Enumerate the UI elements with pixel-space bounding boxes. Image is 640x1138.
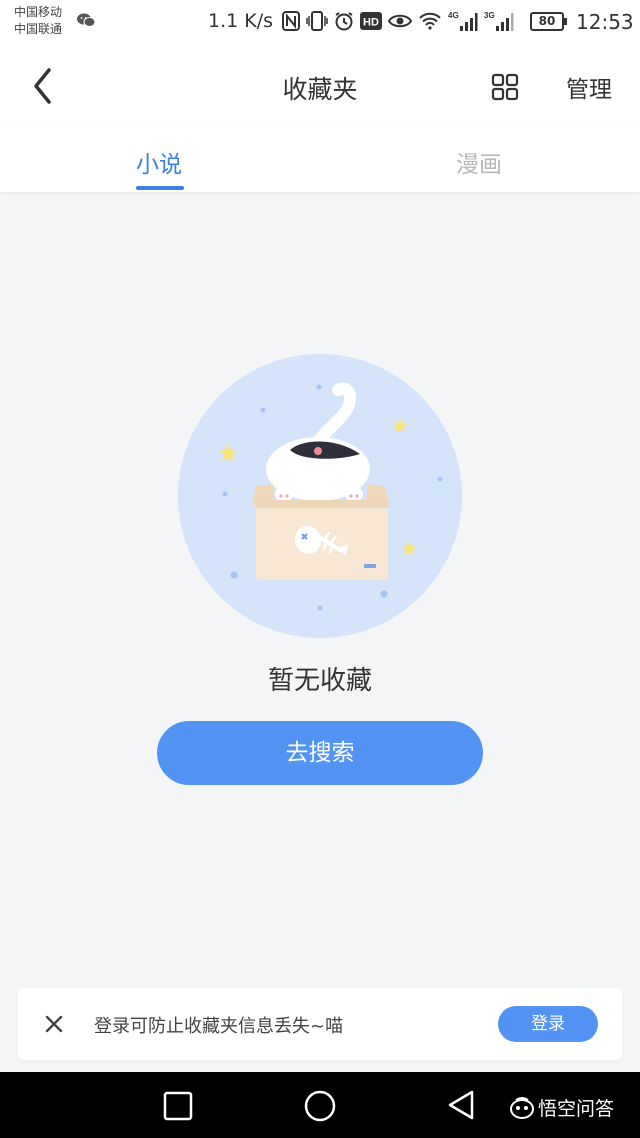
network-speed: 1.1 K/s bbox=[208, 10, 274, 32]
vibrate-icon bbox=[306, 9, 328, 33]
wifi-icon bbox=[418, 9, 442, 33]
system-nav-bar: 悟空问答 bbox=[0, 1072, 640, 1138]
close-icon[interactable] bbox=[44, 1014, 64, 1034]
signal-4g-icon: 4G bbox=[448, 9, 478, 33]
battery-icon: 80 bbox=[530, 12, 567, 31]
eye-icon bbox=[388, 9, 412, 33]
tab-bar: 小说 漫画 bbox=[0, 128, 640, 192]
back-triangle-icon[interactable] bbox=[444, 1088, 478, 1122]
empty-state-message: 暂无收藏 bbox=[267, 666, 372, 696]
clock: 12:53 bbox=[576, 10, 634, 34]
home-icon[interactable] bbox=[303, 1089, 337, 1123]
manage-button[interactable]: 管理 bbox=[566, 70, 612, 104]
hd-label: HD bbox=[363, 17, 379, 29]
watermark: 悟空问答 bbox=[510, 1094, 614, 1121]
hd-icon: HD bbox=[360, 9, 382, 33]
cat-in-box-illustration bbox=[178, 354, 462, 638]
carrier-1: 中国移动 bbox=[14, 5, 63, 19]
nfc-icon bbox=[282, 9, 300, 33]
carrier-2: 中国联通 bbox=[14, 22, 63, 36]
page-title: 收藏夹 bbox=[282, 75, 358, 104]
login-banner: 登录可防止收藏夹信息丢失~喵 登录 bbox=[18, 988, 622, 1060]
signal-4g-label: 4G bbox=[448, 11, 459, 20]
tab-novels[interactable]: 小说 bbox=[136, 145, 182, 179]
wukong-logo-icon bbox=[510, 1096, 534, 1119]
header: 收藏夹 管理 bbox=[0, 44, 640, 128]
grid-view-icon[interactable] bbox=[490, 72, 520, 102]
go-search-button[interactable]: 去搜索 bbox=[157, 721, 483, 785]
tab-comics[interactable]: 漫画 bbox=[456, 145, 502, 179]
signal-3g-label: 3G bbox=[484, 11, 495, 20]
carrier-info: 中国移动 中国联通 bbox=[14, 4, 62, 38]
watermark-text: 悟空问答 bbox=[538, 1098, 615, 1120]
active-tab-indicator bbox=[136, 186, 184, 190]
wechat-icon bbox=[77, 13, 96, 27]
login-tip-text: 登录可防止收藏夹信息丢失~喵 bbox=[94, 1016, 344, 1037]
recent-apps-icon[interactable] bbox=[162, 1090, 194, 1122]
battery-level: 80 bbox=[538, 14, 556, 28]
login-button[interactable]: 登录 bbox=[498, 1006, 598, 1042]
alarm-icon bbox=[334, 9, 354, 33]
signal-3g-icon: 3G bbox=[484, 9, 514, 33]
status-bar: 中国移动 中国联通 1.1 K/s HD 4G 3G 80 12:53 bbox=[0, 0, 640, 44]
status-icons: HD 4G 3G bbox=[282, 9, 514, 33]
